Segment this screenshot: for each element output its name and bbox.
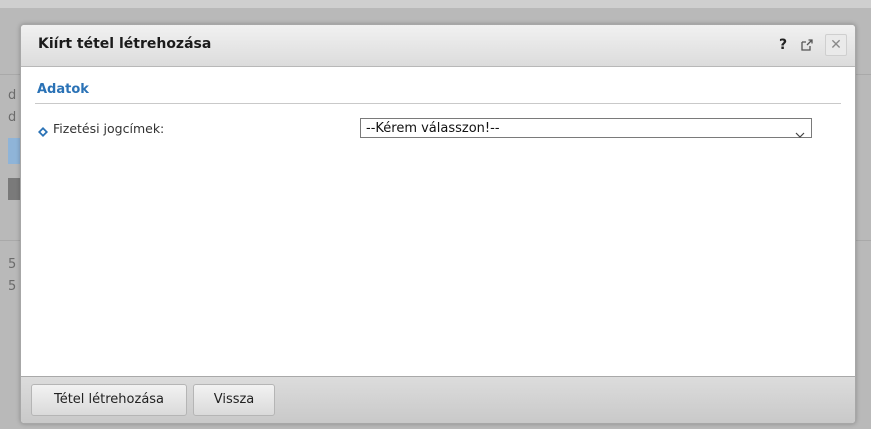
background-bar: [8, 138, 20, 164]
background-text-fragment: 5: [8, 257, 17, 272]
payment-title-select[interactable]: --Kérem válasszon!--: [360, 118, 812, 138]
close-icon[interactable]: ✕: [825, 34, 847, 56]
background-top-strip: [0, 0, 871, 8]
titlebar-controls: ? ✕: [777, 34, 847, 56]
diamond-bullet-icon: [38, 122, 48, 137]
dialog-title: Kiírt tétel létrehozása: [38, 36, 212, 52]
chevron-down-icon: [795, 124, 805, 138]
background-divider: [0, 74, 20, 75]
form-row-payment-title: Fizetési jogcímek: --Kérem válasszon!--: [35, 118, 841, 140]
back-button[interactable]: Vissza: [193, 384, 275, 416]
background-text-fragment: d: [8, 110, 17, 125]
create-item-button[interactable]: Tétel létrehozása: [31, 384, 187, 416]
field-label: Fizetési jogcímek:: [53, 121, 165, 136]
dialog-footer: Tétel létrehozása Vissza: [21, 376, 855, 423]
background-text-fragment: 5: [8, 279, 17, 294]
background-divider: [856, 240, 871, 241]
dialog-content: Adatok Fizetési jogcímek: --Kérem válass…: [35, 82, 841, 138]
background-bar: [8, 178, 20, 200]
dialog-titlebar[interactable]: Kiírt tétel létrehozása ? ✕: [21, 25, 855, 67]
select-value: --Kérem válasszon!--: [366, 121, 500, 136]
help-button[interactable]: ?: [777, 37, 789, 53]
create-item-dialog: Kiírt tétel létrehozása ? ✕ Adatok Fizet…: [20, 24, 856, 424]
section-divider: [35, 103, 841, 104]
background-divider: [856, 74, 871, 75]
popout-icon[interactable]: [799, 37, 815, 53]
background-text-fragment: d: [8, 88, 17, 103]
section-title: Adatok: [37, 82, 89, 97]
background-divider: [0, 240, 20, 241]
